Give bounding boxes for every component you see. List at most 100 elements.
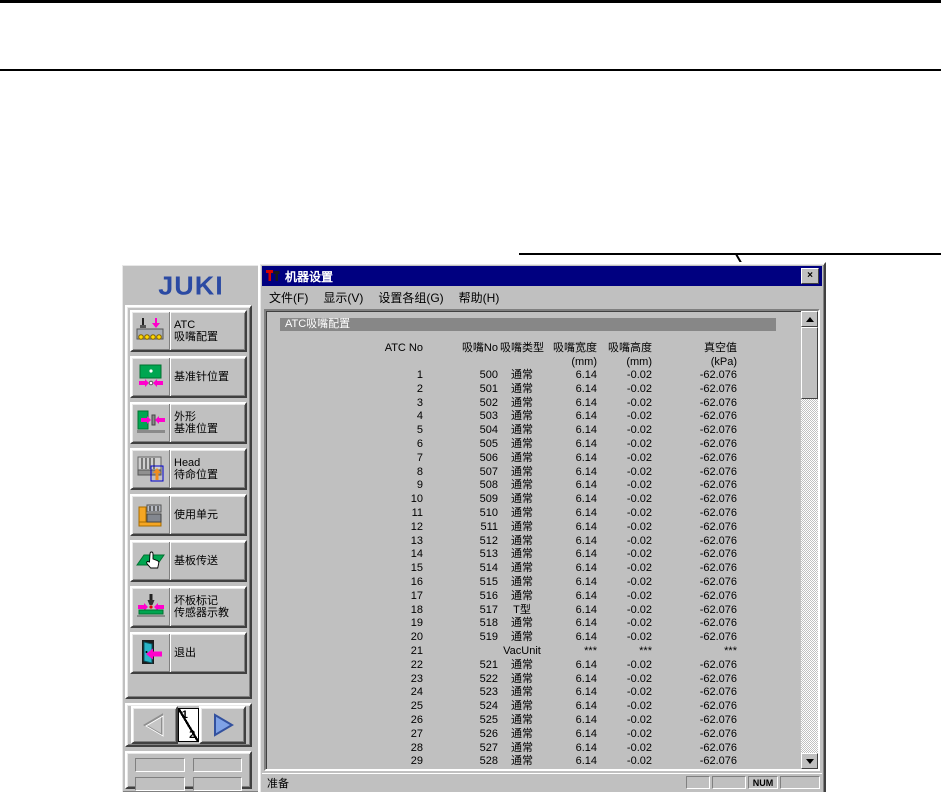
cell-nozzle-height: -0.02 [626,713,652,726]
cell-nozzle-no: 525 [479,713,498,726]
cell-nozzle-width: 6.14 [575,755,597,768]
cell-nozzle-height: -0.02 [626,382,652,395]
close-button[interactable]: × [801,268,819,284]
cell-nozzle-width: 6.14 [575,617,597,630]
table-row: 11 510 通常 6.14 -0.02 -62.076 [266,507,744,521]
sidebar-item-atc-nozzle-config[interactable]: ATC 吸嘴配置 [130,310,247,352]
cell-nozzle-height: -0.02 [626,617,652,630]
page-indicator: 1 2 [177,708,200,742]
cell-nozzle-width: *** [584,644,597,657]
outline-reference-icon [132,404,170,442]
cell-nozzle-height: -0.02 [626,562,652,575]
prev-page-icon [143,713,164,737]
cell-vacuum: -62.076 [699,672,737,685]
table-row: 23 522 通常 6.14 -0.02 -62.076 [266,673,744,687]
page-current: 1 [181,709,188,721]
cell-vacuum: -62.076 [699,548,737,561]
cell-nozzle-no: 514 [479,562,498,575]
cell-vacuum: -62.076 [699,589,737,602]
cell-vacuum: -62.076 [699,493,737,506]
cell-atc-no: 10 [410,493,423,506]
cell-nozzle-height: -0.02 [626,506,652,519]
table-row: 26 525 通常 6.14 -0.02 -62.076 [266,714,744,728]
exit-door-icon [132,634,170,672]
sidebar-item-board-transfer[interactable]: 基板传送 [130,540,247,582]
sidebar-item-label: Head [174,457,201,469]
prev-page-button[interactable] [131,706,178,744]
cell-nozzle-type: 通常 [511,548,533,561]
cell-vacuum: -62.076 [699,465,737,478]
vertical-scrollbar[interactable] [801,311,818,769]
cell-nozzle-width: 6.14 [575,589,597,602]
cell-nozzle-height: -0.02 [626,548,652,561]
cell-nozzle-width: 6.14 [575,534,597,547]
scroll-up-button[interactable] [801,311,818,327]
cell-atc-no: 4 [416,410,423,423]
cell-nozzle-no: 512 [479,534,498,547]
cell-nozzle-height: -0.02 [626,700,652,713]
scrollbar-thumb[interactable] [801,327,818,399]
menu-item[interactable]: 显示(V) [323,289,363,306]
sidebar-button-panel: ATC 吸嘴配置 基准针位置 外形 基准位置 Head 待命位置 使用单元 基板… [125,305,252,699]
cell-atc-no: 27 [410,727,423,740]
cell-nozzle-no: 507 [479,465,498,478]
cell-nozzle-no: 515 [479,575,498,588]
table-row: 9 508 通常 6.14 -0.02 -62.076 [266,479,744,493]
cell-nozzle-height: -0.02 [626,672,652,685]
sidebar-item-label: 坏板标记 [174,595,218,607]
sidebar-item-outline-reference-position[interactable]: 外形 基准位置 [130,402,247,444]
cell-nozzle-type: 通常 [511,562,533,575]
menu-item[interactable]: 帮助(H) [459,289,500,306]
sidebar-item-reference-pin-position[interactable]: 基准针位置 [130,356,247,398]
cell-nozzle-type: 通常 [511,451,533,464]
top-rule [0,0,941,3]
unit-cell [266,355,423,369]
cell-nozzle-type: 通常 [511,617,533,630]
cell-nozzle-type: 通常 [511,396,533,409]
cell-vacuum: -62.076 [699,424,737,437]
unit-cell: (mm) [626,356,652,368]
atc-nozzle-icon [132,312,170,350]
close-icon: × [807,270,813,281]
cell-atc-no: 11 [411,506,423,519]
sidebar-item-bad-mark-sensor-teach[interactable]: 坏板标记 传感器示教 [130,586,247,628]
cell-nozzle-no: 503 [479,410,498,423]
content-area: ATC吸嘴配置 ATC No 吸嘴No 吸嘴类型 吸嘴宽度 吸嘴高度 真空值 (… [264,309,820,771]
cell-nozzle-type: 通常 [511,700,533,713]
cell-nozzle-width: 6.14 [575,603,597,616]
cell-atc-no: 23 [410,672,423,685]
cell-nozzle-width: 6.14 [575,575,597,588]
scroll-down-button[interactable] [801,753,818,769]
table-row: 22 521 通常 6.14 -0.02 -62.076 [266,659,744,673]
empty-slot [192,777,242,791]
cell-vacuum: -62.076 [699,603,737,616]
next-page-button[interactable] [199,706,246,744]
cell-vacuum: -62.076 [699,631,737,644]
sidebar-item-exit[interactable]: 退出 [130,632,247,674]
col-header-nozzle-width: 吸嘴宽度 [553,342,597,354]
menu-item[interactable]: 设置各组(G) [378,289,443,306]
empty-slot [135,758,185,772]
cell-vacuum: -62.076 [699,479,737,492]
cell-atc-no: 22 [410,658,423,671]
cell-atc-no: 5 [416,424,423,437]
cell-nozzle-height: -0.02 [626,369,652,381]
cell-vacuum: -62.076 [699,410,737,423]
cell-nozzle-type: 通常 [511,382,533,395]
table-row: 14 513 通常 6.14 -0.02 -62.076 [266,548,744,562]
menu-item[interactable]: 文件(F) [269,289,308,306]
window-title: 机器设置 [285,269,334,284]
cell-nozzle-no: 510 [479,506,498,519]
next-page-icon [213,713,234,737]
title-bar[interactable]: 机器设置 × [262,266,822,286]
cell-nozzle-width: 6.14 [575,686,597,699]
cell-nozzle-no: 528 [479,755,498,768]
sidebar-item-used-unit[interactable]: 使用单元 [130,494,247,536]
cell-nozzle-type: 通常 [511,369,533,381]
cell-nozzle-width: 6.14 [575,672,597,685]
scroll-up-icon [805,316,814,322]
cell-atc-no: 15 [410,562,423,575]
cell-atc-no: 17 [410,589,423,602]
cell-nozzle-no: 501 [479,382,498,395]
sidebar-item-head-standby-position[interactable]: Head 待命位置 [130,448,247,490]
